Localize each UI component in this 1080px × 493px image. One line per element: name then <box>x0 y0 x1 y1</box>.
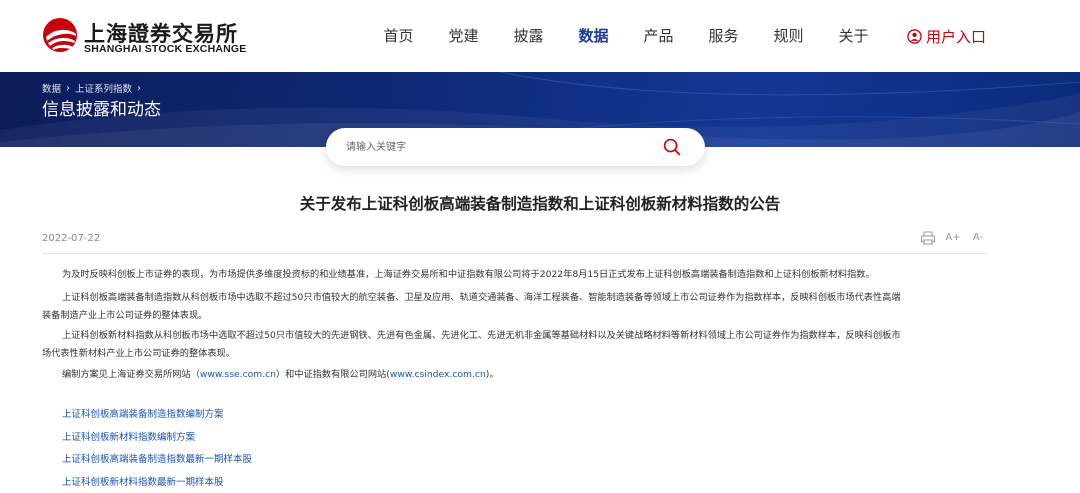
attachment-links: 上证科创板高端装备制造指数编制方案 上证科创板新材料指数编制方案 上证科创板高端… <box>62 404 252 493</box>
user-entry-label: 用户入口 <box>926 27 987 46</box>
user-icon <box>907 28 922 44</box>
link-materials-methodology[interactable]: 上证科创板新材料指数编制方案 <box>62 427 252 450</box>
nav-item-services[interactable]: 服务 <box>691 0 756 72</box>
paragraph-text: 上证科创板高端装备制造指数从科创板市场中选取不超过50只市值较大的航空装备、卫星… <box>62 292 901 303</box>
paragraph-text: 为及时反映科创板上市证券的表现，为市场提供多维度投资标的和业绩基准，上海证券交易… <box>62 269 875 280</box>
paragraph-text: 编制方案见上海证券交易所网站（ <box>62 369 200 380</box>
logo-english-name: SHANGHAI STOCK EXCHANGE <box>84 43 247 55</box>
link-equipment-constituents[interactable]: 上证科创板高端装备制造指数最新一期样本股 <box>62 449 252 472</box>
nav-item-party[interactable]: 党建 <box>431 0 496 72</box>
link-equipment-methodology[interactable]: 上证科创板高端装备制造指数编制方案 <box>62 404 252 427</box>
sse-logo-icon <box>43 18 77 52</box>
font-increase-button[interactable]: A+ <box>945 230 961 246</box>
sse-logo[interactable]: 上海證券交易所 SHANGHAI STOCK EXCHANGE <box>42 17 246 57</box>
article-meta: 2022-07-22 A+ A- <box>42 230 988 250</box>
nav-item-data[interactable]: 数据 <box>561 0 626 72</box>
article-paragraph-4: 编制方案见上海证券交易所网站（www.sse.com.cn）和中证指数有限公司网… <box>42 366 988 384</box>
link-materials-constituents[interactable]: 上证科创板新材料指数最新一期样本股 <box>62 472 252 493</box>
article-paragraph-2: 上证科创板高端装备制造指数从科创板市场中选取不超过50只市值较大的航空装备、卫星… <box>42 289 988 325</box>
paragraph-text: )。 <box>485 369 499 380</box>
csindex-website-link[interactable]: www.csindex.com.cn <box>390 369 486 380</box>
nav-item-products[interactable]: 产品 <box>626 0 691 72</box>
article-paragraph-1: 为及时反映科创板上市证券的表现，为市场提供多维度投资标的和业绩基准，上海证券交易… <box>42 266 988 284</box>
paragraph-text: 场代表性新材料产业上市公司证券的整体表现。 <box>42 348 235 359</box>
nav-item-about[interactable]: 关于 <box>821 0 886 72</box>
nav-item-disclosure[interactable]: 披露 <box>496 0 561 72</box>
breadcrumb: 数据 › 上证系列指数 › <box>42 81 146 96</box>
article-divider <box>42 253 988 254</box>
breadcrumb-item-sse-index[interactable]: 上证系列指数 <box>75 81 132 95</box>
breadcrumb-separator-icon: › <box>66 82 71 94</box>
nav-item-rules[interactable]: 规则 <box>756 0 821 72</box>
article-tools: A+ A- <box>911 230 986 246</box>
nav-item-home[interactable]: 首页 <box>366 0 431 72</box>
breadcrumb-item-data[interactable]: 数据 <box>42 81 61 95</box>
print-icon[interactable] <box>920 230 936 246</box>
font-decrease-button[interactable]: A- <box>970 230 986 246</box>
paragraph-text: 装备制造产业上市公司证券的整体表现。 <box>42 310 208 321</box>
sse-website-link[interactable]: www.sse.com.cn <box>200 369 276 380</box>
main-nav: 首页 党建 披露 数据 产品 服务 规则 关于 <box>366 0 886 72</box>
search-box <box>326 128 705 166</box>
search-input[interactable] <box>346 128 656 166</box>
breadcrumb-separator-icon: › <box>137 82 142 94</box>
search-icon[interactable] <box>663 138 681 156</box>
article-paragraph-3: 上证科创板新材料指数从科创板市场中选取不超过50只市值较大的先进钢铁、先进有色金… <box>42 327 988 363</box>
article-title: 关于发布上证科创板高端装备制造指数和上证科创板新材料指数的公告 <box>299 195 781 213</box>
site-header: 上海證券交易所 SHANGHAI STOCK EXCHANGE 首页 党建 披露… <box>0 0 1080 72</box>
page-title: 信息披露和动态 <box>42 100 161 120</box>
user-entry-button[interactable]: 用户入口 <box>907 24 986 48</box>
paragraph-text: 上证科创板新材料指数从科创板市场中选取不超过50只市值较大的先进钢铁、先进有色金… <box>62 330 901 341</box>
publish-date: 2022-07-22 <box>42 233 101 244</box>
paragraph-text: ）和中证指数有限公司网站( <box>276 369 390 380</box>
